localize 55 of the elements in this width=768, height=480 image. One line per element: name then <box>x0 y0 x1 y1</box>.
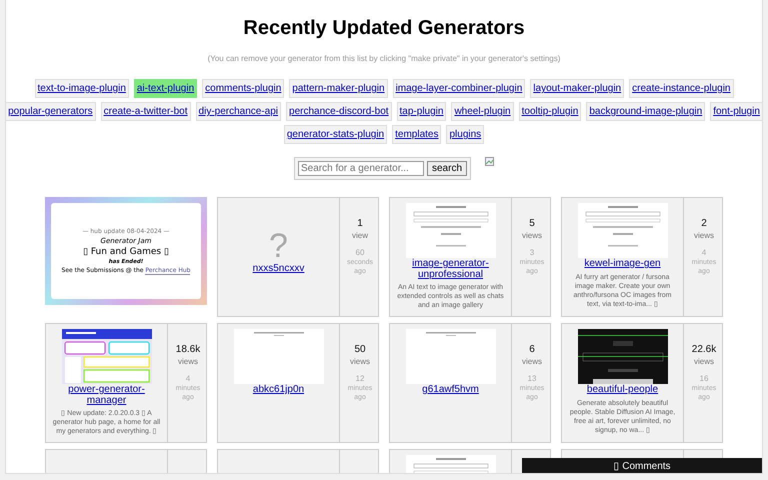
tag-link[interactable]: perchance-discord-bot <box>286 102 392 121</box>
page-title: Recently Updated Generators <box>243 17 525 40</box>
generator-link[interactable]: image-generator-unprofessional <box>394 259 507 280</box>
time-value: 13 <box>528 374 536 383</box>
tag-link[interactable]: layout-maker-plugin <box>530 79 624 98</box>
search-button[interactable]: search <box>426 161 467 176</box>
banner-headline: ▯ Fun and Games ▯ <box>83 247 169 257</box>
tag-link[interactable]: templates <box>392 125 442 144</box>
tag-link[interactable]: font-plugin <box>710 102 762 121</box>
generator-link[interactable]: abkc61jp0n <box>252 385 304 396</box>
comments-button[interactable]: ▯ Comments <box>522 458 762 473</box>
tag-link[interactable]: create-a-twitter-bot <box>100 102 191 121</box>
tag-link[interactable]: plugins <box>446 125 484 144</box>
search-field[interactable]: Search for a generator... <box>298 161 424 176</box>
view-count: 18.6k <box>176 344 200 355</box>
tag-link[interactable]: image-layer-combiner-plugin <box>392 79 526 98</box>
views-label: views <box>522 357 542 366</box>
time-value: 60 <box>356 248 364 257</box>
tag-link[interactable]: text-to-image-plugin <box>34 79 129 98</box>
tag-link[interactable]: wheel-plugin <box>451 102 514 121</box>
views-label: views <box>694 357 714 366</box>
tag-link[interactable]: generator-stats-plugin <box>284 125 388 144</box>
generator-link[interactable]: kewel-image-gen <box>584 259 661 270</box>
broken-image-icon <box>485 157 494 166</box>
tag-link[interactable]: background-image-plugin <box>586 102 706 121</box>
view-count: 6 <box>529 344 535 355</box>
tag-link[interactable]: comments-plugin <box>202 79 284 98</box>
hint-text: (You can remove your generator from this list by clicking "make private" in your generator's settings) <box>208 54 560 63</box>
generator-link[interactable]: power-generator-manager <box>50 385 163 406</box>
time-value: 3 <box>530 248 534 257</box>
tag-link[interactable]: create-instance-plugin <box>629 79 734 98</box>
view-count: 22.6k <box>692 344 716 355</box>
view-count: 2 <box>701 218 707 229</box>
generator-link[interactable]: g61awf5hvm <box>422 385 479 396</box>
generator-link[interactable]: nxxs5ncxxv <box>252 264 304 274</box>
tag-link[interactable]: diy-perchance-api <box>196 102 282 121</box>
view-count: 50 <box>354 344 366 355</box>
time-value: 12 <box>356 374 364 383</box>
views-label: views <box>522 231 542 240</box>
tag-link[interactable]: tooltip-plugin <box>518 102 582 121</box>
time-value: 4 <box>702 248 706 257</box>
view-count: 5 <box>529 218 535 229</box>
views-label: view <box>352 231 368 240</box>
time-value: 16 <box>700 374 708 383</box>
time-value: 4 <box>186 374 190 383</box>
views-label: views <box>178 357 198 366</box>
tag-link[interactable]: popular-generators <box>6 102 96 121</box>
tag-link[interactable]: ai-text-plugin <box>134 79 198 98</box>
tag-link[interactable]: pattern-maker-plugin <box>289 79 388 98</box>
views-label: views <box>694 231 714 240</box>
tag-link[interactable]: tap-plugin <box>396 102 446 121</box>
views-label: views <box>350 357 370 366</box>
view-count: 1 <box>357 218 363 229</box>
generator-link[interactable]: beautiful-people <box>586 385 658 396</box>
question-mark-icon: ? <box>269 229 288 263</box>
